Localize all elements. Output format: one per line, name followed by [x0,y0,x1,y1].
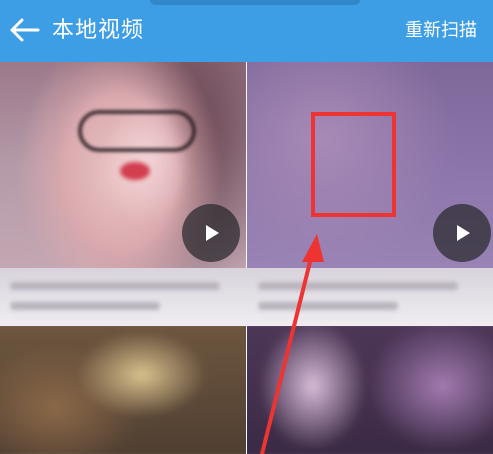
video-grid [0,62,493,454]
video-info-strip [0,268,493,326]
thumbnail-image [0,326,246,454]
back-button[interactable] [6,14,42,46]
thumbnail-image [247,326,493,454]
page-title: 本地视频 [52,18,145,43]
play-button[interactable] [433,204,491,262]
highlight-box [311,112,396,217]
play-icon [457,225,470,241]
blurred-filename [258,282,458,290]
video-thumbnail-1[interactable] [0,62,246,268]
video-thumbnail-4[interactable] [247,326,493,454]
thumbnail-detail [120,162,150,180]
play-icon [206,225,219,241]
video-thumbnail-3[interactable] [0,326,246,454]
blurred-meta [10,302,160,310]
arrow-left-icon [10,18,40,42]
title-bar: 本地视频 重新扫描 [0,0,493,62]
status-notch [150,0,360,5]
blurred-filename [10,282,220,290]
play-button[interactable] [182,204,240,262]
blurred-meta [258,302,398,310]
rescan-button[interactable]: 重新扫描 [405,16,477,46]
thumbnail-detail [78,110,196,152]
